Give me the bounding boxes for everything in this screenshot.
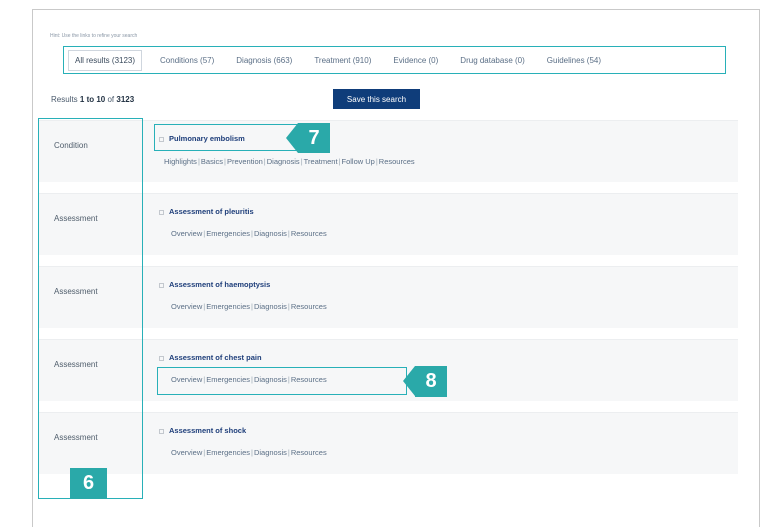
filter-tabs: All results (3123) Conditions (57) Diagnos…: [68, 49, 721, 71]
result-links-highlight: [157, 367, 407, 395]
result-section-links: Overview|Emergencies|Diagnosis|Resources: [171, 448, 327, 457]
result-title-text: Assessment of shock: [169, 426, 247, 435]
select-checkbox[interactable]: [159, 209, 164, 215]
select-checkbox[interactable]: [159, 428, 164, 434]
section-link[interactable]: Overview: [171, 229, 202, 238]
result-row: Assessment Assessment of pleuritis Overvie…: [38, 193, 738, 255]
section-link[interactable]: Prevention: [227, 157, 263, 166]
link-separator: |: [300, 157, 303, 166]
result-title-link[interactable]: Assessment of pleuritis: [159, 207, 254, 216]
section-link[interactable]: Basics: [201, 157, 223, 166]
result-title-link[interactable]: Assessment of shock: [159, 426, 246, 435]
result-title-highlight: [154, 124, 300, 151]
results-count: Results 1 to 10 of 3123: [51, 95, 135, 104]
link-separator: |: [287, 229, 290, 238]
section-link[interactable]: Overview: [171, 448, 202, 457]
link-separator: |: [375, 157, 378, 166]
tab-4[interactable]: Evidence (0): [389, 52, 442, 69]
category-column-highlight: [38, 118, 143, 499]
result-row: Condition Pulmonary embolism Highlights|Ba…: [38, 120, 738, 182]
tab-3[interactable]: Treatment (910): [310, 52, 375, 69]
save-search-button[interactable]: Save this search: [333, 89, 420, 109]
section-link[interactable]: Follow Up: [342, 157, 375, 166]
result-section-links: Overview|Emergencies|Diagnosis|Resources: [171, 302, 327, 311]
link-separator: |: [251, 302, 253, 311]
result-title-text: Assessment of haemoptysis: [169, 280, 271, 289]
callout-badge-6: 6: [70, 468, 107, 499]
link-separator: |: [203, 229, 206, 238]
result-title-text: Assessment of chest pain: [169, 353, 262, 362]
section-link[interactable]: Diagnosis: [254, 229, 287, 238]
callout-badge-8: 8: [403, 366, 447, 397]
result-row: Assessment Assessment of haemoptysis Overv…: [38, 266, 738, 328]
result-section-links: Overview|Emergencies|Diagnosis|Resources: [171, 229, 327, 238]
section-link[interactable]: Resources: [291, 448, 327, 457]
tab-2[interactable]: Diagnosis (663): [232, 52, 296, 69]
link-separator: |: [338, 157, 341, 166]
tab-5[interactable]: Drug database (0): [456, 52, 528, 69]
section-link[interactable]: Highlights: [164, 157, 197, 166]
link-separator: |: [287, 448, 290, 457]
results-list: Condition Pulmonary embolism Highlights|Ba…: [38, 120, 738, 485]
refine-hint: Hint: Use the links to refine your searc…: [50, 33, 138, 39]
link-separator: |: [287, 302, 290, 311]
link-separator: |: [263, 157, 266, 166]
link-separator: |: [223, 157, 226, 166]
section-link[interactable]: Overview: [171, 302, 202, 311]
section-link[interactable]: Resources: [291, 229, 327, 238]
link-separator: |: [203, 448, 206, 457]
section-link[interactable]: Emergencies: [206, 302, 250, 311]
tab-1[interactable]: Conditions (57): [156, 52, 218, 69]
link-separator: |: [203, 302, 206, 311]
section-link[interactable]: Treatment: [304, 157, 338, 166]
select-checkbox[interactable]: [159, 282, 164, 288]
result-title-link[interactable]: Assessment of haemoptysis: [159, 280, 270, 289]
result-row: Assessment Assessment of shock Overview|Em…: [38, 412, 738, 474]
section-link[interactable]: Emergencies: [206, 229, 250, 238]
section-link[interactable]: Emergencies: [206, 448, 250, 457]
link-separator: |: [251, 229, 253, 238]
section-link[interactable]: Diagnosis: [254, 448, 287, 457]
section-link[interactable]: Resources: [379, 157, 415, 166]
link-separator: |: [197, 157, 200, 166]
section-link[interactable]: Resources: [291, 302, 327, 311]
link-separator: |: [251, 448, 253, 457]
result-section-links: Highlights|Basics|Prevention|Diagnosis|T…: [164, 157, 415, 166]
callout-badge-7: 7: [286, 123, 330, 153]
tab-0[interactable]: All results (3123): [68, 49, 143, 71]
select-checkbox[interactable]: [159, 355, 164, 361]
result-title-text: Assessment of pleuritis: [169, 207, 254, 216]
result-title-link[interactable]: Assessment of chest pain: [159, 353, 262, 362]
tab-6[interactable]: Guidelines (54): [543, 52, 605, 69]
section-link[interactable]: Diagnosis: [254, 302, 287, 311]
section-link[interactable]: Diagnosis: [267, 157, 300, 166]
